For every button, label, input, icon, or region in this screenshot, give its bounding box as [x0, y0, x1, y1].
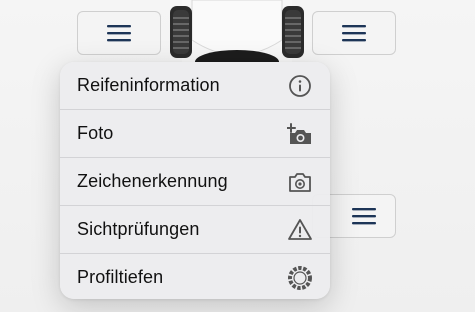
warning-triangle-icon [287, 217, 313, 243]
menu-item-label: Reifeninformation [77, 75, 220, 95]
menu-item-reifeninformation[interactable]: Reifeninformation [60, 62, 330, 109]
car-illustration [170, 0, 304, 62]
tire-front-right[interactable] [282, 6, 304, 58]
tire-ring-icon [287, 265, 313, 291]
menu-item-profiltiefen[interactable]: Profiltiefen [60, 254, 330, 299]
info-circle-icon [287, 73, 313, 99]
context-menu: Reifeninformation Foto Zeichenerkennung [60, 62, 330, 299]
hamburger-icon [352, 208, 376, 225]
tire-front-left[interactable] [170, 6, 192, 58]
menu-button-left[interactable] [77, 11, 161, 55]
add-photo-icon [287, 121, 313, 147]
menu-button-right[interactable] [312, 11, 396, 55]
menu-item-label: Profiltiefen [77, 267, 164, 287]
menu-item-label: Foto [77, 123, 114, 143]
menu-item-foto[interactable]: Foto [60, 110, 330, 157]
menu-item-label: Sichtprüfungen [77, 219, 200, 239]
hamburger-icon [342, 25, 366, 42]
hamburger-icon [107, 25, 131, 42]
menu-item-sichtpruefungen[interactable]: Sichtprüfungen [60, 206, 330, 253]
menu-item-zeichenerkennung[interactable]: Zeichenerkennung [60, 158, 330, 205]
menu-item-label: Zeichenerkennung [77, 171, 228, 191]
camera-scan-icon [287, 169, 313, 195]
